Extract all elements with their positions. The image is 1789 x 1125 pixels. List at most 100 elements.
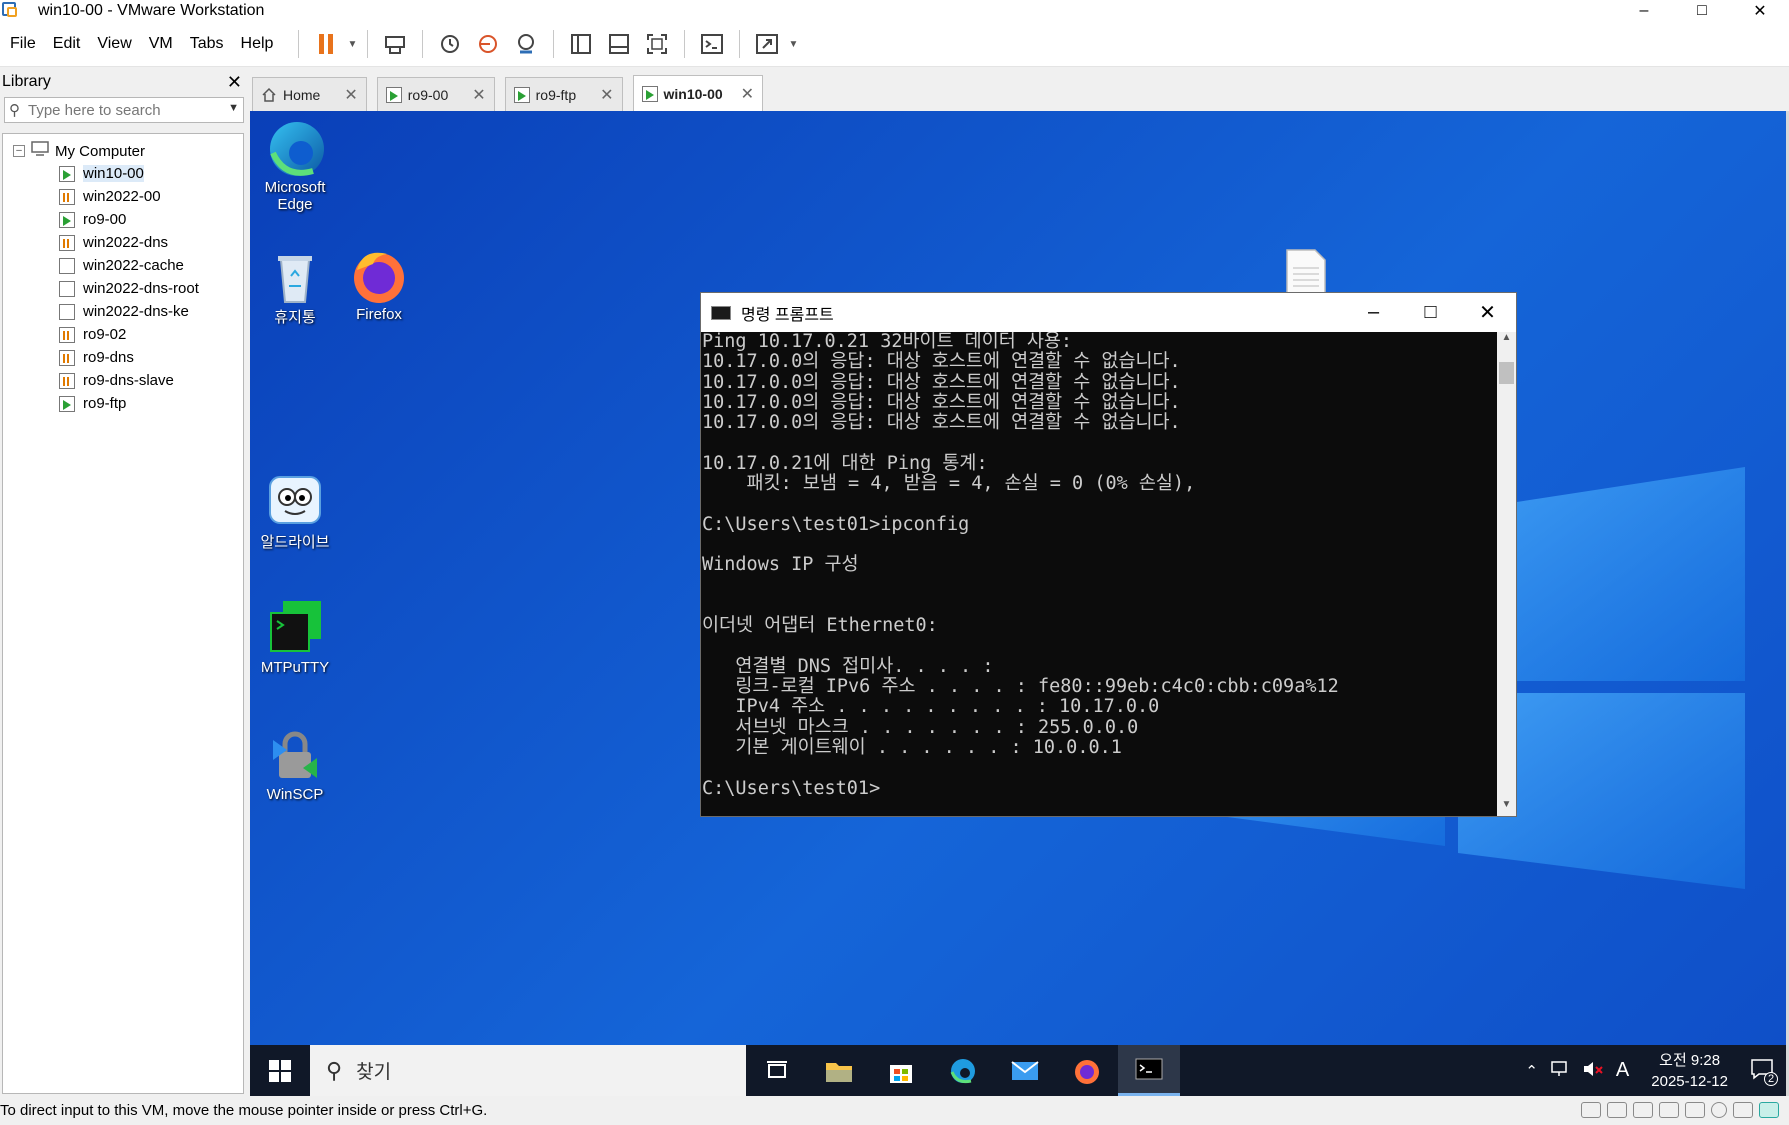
hard-disk-icon[interactable] <box>1607 1102 1627 1118</box>
minimize-button[interactable]: – <box>1345 293 1402 332</box>
task-view-button[interactable] <box>746 1045 808 1096</box>
cmd-output[interactable]: Ping 10.17.0.21 32바이트 데이터 사용: 10.17.0.0의 … <box>701 332 1498 816</box>
hard-disk-icon[interactable] <box>1685 1102 1705 1118</box>
cmd-output-line: 10.17.0.21에 대한 Ping 통계: <box>702 452 988 474</box>
tab-vm-active[interactable]: win10-00 ✕ <box>632 75 764 111</box>
notification-icon[interactable]: 2 <box>1750 1058 1778 1086</box>
menu-view[interactable]: View <box>97 35 131 53</box>
tree-item-vm[interactable]: win2022-dns-ke <box>3 300 243 323</box>
ime-indicator[interactable]: A <box>1616 1059 1629 1082</box>
tree-root-my-computer[interactable]: – My Computer <box>3 140 243 162</box>
volume-muted-icon[interactable] <box>1582 1060 1604 1082</box>
chevron-down-icon[interactable]: ▼ <box>786 29 800 59</box>
scroll-up-icon[interactable]: ▲ <box>1497 332 1516 349</box>
menu-vm[interactable]: VM <box>149 35 173 53</box>
taskbar-mail[interactable] <box>994 1045 1056 1096</box>
taskbar-firefox[interactable] <box>1056 1045 1118 1096</box>
console-view-icon[interactable] <box>697 29 727 59</box>
taskbar-search-box[interactable]: ⚲ 찾기 <box>310 1045 746 1096</box>
maximize-button[interactable]: □ <box>1402 293 1459 332</box>
chevron-up-icon[interactable]: ⌃ <box>1525 1062 1538 1080</box>
close-icon[interactable]: ✕ <box>344 85 357 105</box>
guest-desktop[interactable]: Microsoft Edge 휴지통 Firefox 알드라이브 MTPuTTY… <box>250 111 1786 1045</box>
network-adapter-icon[interactable] <box>1733 1102 1753 1118</box>
hard-disk-icon[interactable] <box>1659 1102 1679 1118</box>
network-icon[interactable] <box>1550 1060 1570 1082</box>
close-button[interactable]: ✕ <box>1459 293 1516 332</box>
close-icon[interactable]: ✕ <box>600 85 613 105</box>
minimize-button[interactable]: – <box>1615 0 1673 22</box>
tree-item-vm[interactable]: ro9-00 <box>3 208 243 231</box>
desktop-icon-firefox[interactable]: Firefox <box>334 246 424 323</box>
menu-edit[interactable]: Edit <box>53 35 81 53</box>
command-prompt-window[interactable]: 명령 프롬프트 – □ ✕ Ping 10.17.0.21 32바이트 데이터 … <box>700 292 1517 817</box>
chevron-down-icon[interactable]: ▼ <box>345 29 359 59</box>
close-button[interactable]: ✕ <box>1731 0 1789 22</box>
tree-item-vm[interactable]: win2022-dns-root <box>3 277 243 300</box>
tab-vm[interactable]: ro9-ftp ✕ <box>504 77 623 111</box>
cmd-titlebar[interactable]: 명령 프롬프트 – □ ✕ <box>701 293 1516 332</box>
tree-item-vm[interactable]: win2022-00 <box>3 185 243 208</box>
taskbar-store[interactable] <box>870 1045 932 1096</box>
tree-item-vm[interactable]: win2022-dns <box>3 231 243 254</box>
tree-item-vm[interactable]: ro9-02 <box>3 323 243 346</box>
taskbar-cmd[interactable] <box>1118 1045 1180 1096</box>
show-library-icon[interactable] <box>566 29 596 59</box>
taskbar-clock[interactable]: 오전 9:28 2025-12-12 <box>1651 1050 1728 1092</box>
vm-off-icon <box>59 257 75 274</box>
send-ctrl-alt-del-icon[interactable] <box>380 29 410 59</box>
search-icon: ⚲ <box>9 102 20 119</box>
tree-item-vm[interactable]: ro9-ftp <box>3 392 243 415</box>
tab-label: Home <box>283 86 321 103</box>
desktop-icon-winscp[interactable]: WinSCP <box>250 726 340 803</box>
close-icon[interactable]: ✕ <box>227 72 242 93</box>
snapshot-manager-icon[interactable] <box>511 29 541 59</box>
scroll-thumb[interactable] <box>1499 362 1514 384</box>
toolbar-divider <box>553 30 555 58</box>
maximize-button[interactable]: □ <box>1673 0 1731 22</box>
start-button[interactable] <box>250 1045 310 1096</box>
tab-vm[interactable]: ro9-00 ✕ <box>376 77 495 111</box>
tree-item-vm[interactable]: win10-00 <box>3 162 243 185</box>
vm-running-icon <box>513 86 530 103</box>
hard-disk-icon[interactable] <box>1633 1102 1653 1118</box>
home-icon <box>261 87 277 103</box>
close-icon[interactable]: ✕ <box>472 85 485 105</box>
toolbar-divider <box>367 30 369 58</box>
thumbnail-bar-icon[interactable] <box>604 29 634 59</box>
stretch-guest-icon[interactable] <box>752 29 782 59</box>
menu-file[interactable]: File <box>10 35 36 53</box>
store-icon <box>890 1064 912 1083</box>
taskbar-file-explorer[interactable] <box>808 1045 870 1096</box>
vm-suspended-icon <box>59 372 75 389</box>
cd-dvd-icon[interactable] <box>1711 1102 1727 1118</box>
hard-disk-icon[interactable] <box>1581 1102 1601 1118</box>
tree-item-vm[interactable]: win2022-cache <box>3 254 243 277</box>
menu-toolbar: File Edit View VM Tabs Help ▼ ▼ <box>0 22 1789 67</box>
close-icon[interactable]: ✕ <box>741 84 754 104</box>
message-log-icon[interactable] <box>1759 1102 1779 1118</box>
pause-icon[interactable] <box>311 29 341 59</box>
library-search-input[interactable]: ⚲ Type here to search ▼ <box>4 97 244 123</box>
tree-item-vm[interactable]: ro9-dns-slave <box>3 369 243 392</box>
fullscreen-icon[interactable] <box>642 29 672 59</box>
desktop-icon-edge[interactable]: Microsoft Edge <box>250 119 340 213</box>
scroll-down-icon[interactable]: ▼ <box>1497 799 1516 816</box>
collapse-icon[interactable]: – <box>13 145 25 157</box>
search-icon: ⚲ <box>326 1057 343 1083</box>
desktop-icon-mtputty[interactable]: MTPuTTY <box>250 599 340 676</box>
cmd-scrollbar[interactable]: ▲ ▼ <box>1497 332 1516 816</box>
tab-home[interactable]: Home ✕ <box>252 77 367 111</box>
firefox-icon <box>349 246 409 306</box>
taskbar-edge[interactable] <box>932 1045 994 1096</box>
vm-running-icon <box>59 165 75 182</box>
desktop-icon-aldrive[interactable]: 알드라이브 <box>250 471 340 552</box>
menu-tabs[interactable]: Tabs <box>190 35 224 53</box>
chevron-down-icon[interactable]: ▼ <box>228 102 239 114</box>
snapshot-icon[interactable] <box>435 29 465 59</box>
revert-snapshot-icon[interactable] <box>473 29 503 59</box>
menu-help[interactable]: Help <box>241 35 274 53</box>
desktop-icon-label: Firefox <box>356 306 402 323</box>
desktop-icon-recycle-bin[interactable]: 휴지통 <box>250 246 340 327</box>
tree-item-vm[interactable]: ro9-dns <box>3 346 243 369</box>
